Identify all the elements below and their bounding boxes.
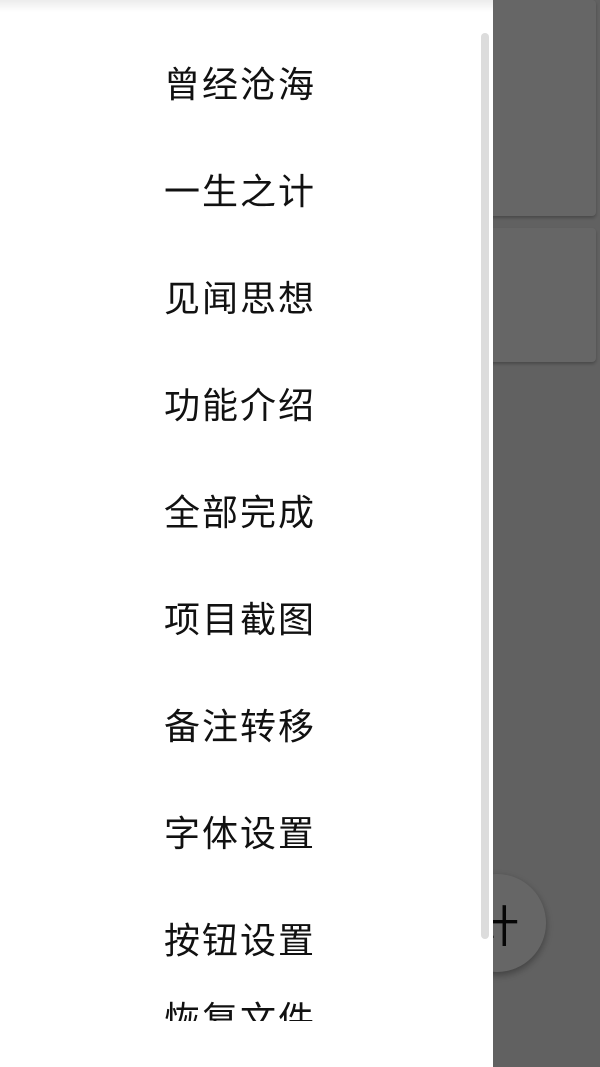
- menu-item-font-settings[interactable]: 字体设置: [0, 777, 480, 884]
- drawer-menu: 曾经沧海 一生之计 见闻思想 功能介绍 全部完成 项目截图 备注转移 字体设置 …: [0, 28, 480, 1031]
- menu-item-notes-transfer[interactable]: 备注转移: [0, 670, 480, 777]
- menu-item-jianwen-sixiang[interactable]: 见闻思想: [0, 242, 480, 349]
- menu-item-restore-files[interactable]: 恢复文件: [0, 991, 480, 1021]
- menu-item-button-settings[interactable]: 按钮设置: [0, 884, 480, 991]
- drawer-top-shadow: [0, 0, 493, 12]
- menu-item-yisheng-zhiji[interactable]: 一生之计: [0, 135, 480, 242]
- navigation-drawer: 曾经沧海 一生之计 见闻思想 功能介绍 全部完成 项目截图 备注转移 字体设置 …: [0, 0, 493, 1067]
- menu-item-all-done[interactable]: 全部完成: [0, 456, 480, 563]
- menu-item-zengjing-canghai[interactable]: 曾经沧海: [0, 28, 480, 135]
- menu-item-feature-intro[interactable]: 功能介绍: [0, 349, 480, 456]
- drawer-scrollbar[interactable]: [481, 33, 489, 939]
- menu-item-project-screenshot[interactable]: 项目截图: [0, 563, 480, 670]
